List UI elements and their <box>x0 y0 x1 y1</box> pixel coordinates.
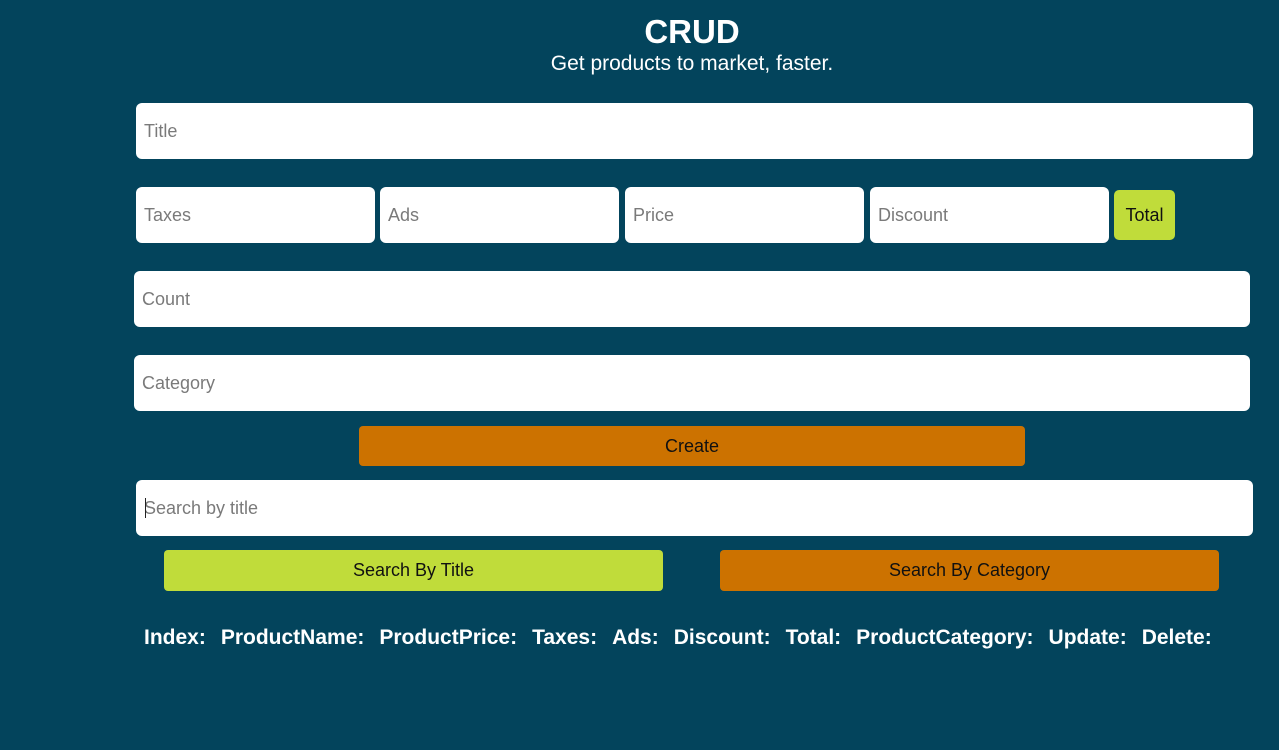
taxes-input[interactable] <box>136 187 375 243</box>
table-header-ads: Ads: <box>612 626 659 649</box>
page-subtitle: Get products to market, faster. <box>550 52 834 75</box>
count-input[interactable] <box>134 271 1250 327</box>
title-input[interactable] <box>136 103 1253 159</box>
table-header-row: Index: ProductName: ProductPrice: Taxes:… <box>144 624 1227 652</box>
price-input[interactable] <box>625 187 864 243</box>
table-header-total: Total: <box>785 626 842 649</box>
table-header-product-price: ProductPrice: <box>379 626 518 649</box>
table-header-taxes: Taxes: <box>532 626 598 649</box>
table-header-update: Update: <box>1048 626 1127 649</box>
discount-input[interactable] <box>870 187 1109 243</box>
table-header-product-category: ProductCategory: <box>856 626 1034 649</box>
text-cursor <box>145 498 146 518</box>
table-header-discount: Discount: <box>673 626 771 649</box>
category-input[interactable] <box>134 355 1250 411</box>
search-input[interactable] <box>136 480 1253 536</box>
create-button[interactable]: Create <box>359 426 1025 466</box>
total-button[interactable]: Total <box>1114 190 1175 240</box>
search-by-category-button[interactable]: Search By Category <box>720 550 1219 591</box>
table-header-index: Index: <box>144 626 206 649</box>
page-title: CRUD <box>644 13 740 50</box>
search-by-title-button[interactable]: Search By Title <box>164 550 663 591</box>
ads-input[interactable] <box>380 187 619 243</box>
crud-page: CRUD Get products to market, faster. Tot… <box>0 0 1279 750</box>
table-header-delete: Delete: <box>1141 626 1212 649</box>
table-header-product-name: ProductName: <box>220 626 365 649</box>
